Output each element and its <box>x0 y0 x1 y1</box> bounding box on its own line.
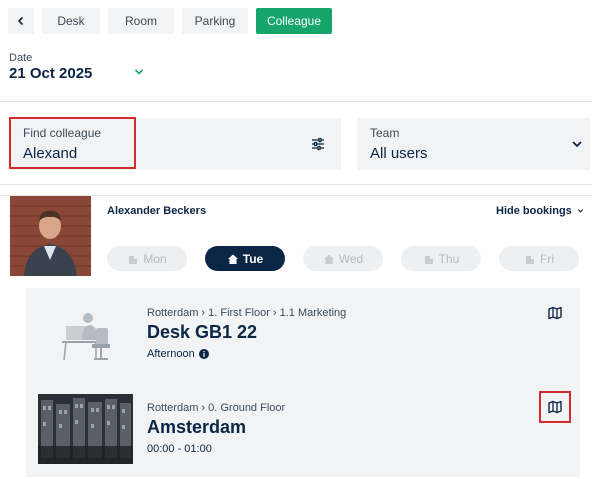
divider <box>0 184 592 185</box>
booking-time: Afternoon <box>147 348 209 360</box>
booking-time: 00:00 - 01:00 <box>147 443 212 455</box>
breadcrumb: Rotterdam › 1. First Floor › 1.1 Marketi… <box>147 307 347 319</box>
day-pill-fri[interactable]: Fri <box>499 246 579 271</box>
map-icon[interactable] <box>548 306 562 320</box>
booking-time-label: Afternoon <box>147 348 195 360</box>
team-select[interactable]: Team All users <box>357 118 590 170</box>
chevron-down-icon[interactable] <box>133 66 145 78</box>
breadcrumb: Rotterdam › 0. Ground Floor <box>147 402 286 414</box>
day-pill-mon[interactable]: Mon <box>107 246 187 271</box>
chevron-down-icon <box>577 209 583 213</box>
location-image <box>38 394 133 464</box>
chevron-left-icon <box>17 16 24 26</box>
avatar <box>10 196 91 276</box>
day-pill-wed[interactable]: Wed <box>303 246 383 271</box>
filter-sliders-icon[interactable] <box>311 137 325 151</box>
day-label: Fri <box>540 251 554 266</box>
team-label: Team <box>370 126 400 140</box>
colleague-name: Alexander Beckers <box>107 205 207 217</box>
date-value[interactable]: 21 Oct 2025 <box>9 65 92 82</box>
info-icon[interactable] <box>198 349 209 359</box>
booking-time-label: 00:00 - 01:00 <box>147 443 212 455</box>
team-value: All users <box>370 145 428 162</box>
booking-type-tabs: Desk Room Parking Colleague <box>8 8 332 34</box>
home-icon <box>227 254 238 264</box>
building-icon <box>129 255 138 264</box>
home-icon <box>323 254 334 264</box>
tab-colleague[interactable]: Colleague <box>256 8 332 34</box>
hide-bookings-toggle[interactable]: Hide bookings <box>496 205 584 217</box>
booking-title: Desk GB1 22 <box>147 322 258 342</box>
day-pill-thu[interactable]: Thu <box>401 246 481 271</box>
tab-parking[interactable]: Parking <box>182 8 248 34</box>
tab-room[interactable]: Room <box>108 8 174 34</box>
day-label: Wed <box>338 251 364 266</box>
building-icon <box>526 255 534 264</box>
highlight-box <box>9 117 136 169</box>
day-label: Tue <box>242 251 264 266</box>
day-label: Thu <box>438 251 460 266</box>
day-label: Mon <box>143 251 167 266</box>
highlight-box <box>539 391 571 423</box>
date-label: Date <box>9 52 33 64</box>
booking-title: Amsterdam <box>147 417 247 437</box>
day-pill-tue[interactable]: Tue <box>205 246 285 271</box>
hide-bookings-label: Hide bookings <box>496 205 572 217</box>
divider <box>0 101 592 102</box>
tab-desk[interactable]: Desk <box>42 8 100 34</box>
chevron-down-icon[interactable] <box>571 138 583 150</box>
building-icon <box>424 255 433 264</box>
desk-illustration <box>62 313 110 361</box>
back-button[interactable] <box>8 8 34 34</box>
